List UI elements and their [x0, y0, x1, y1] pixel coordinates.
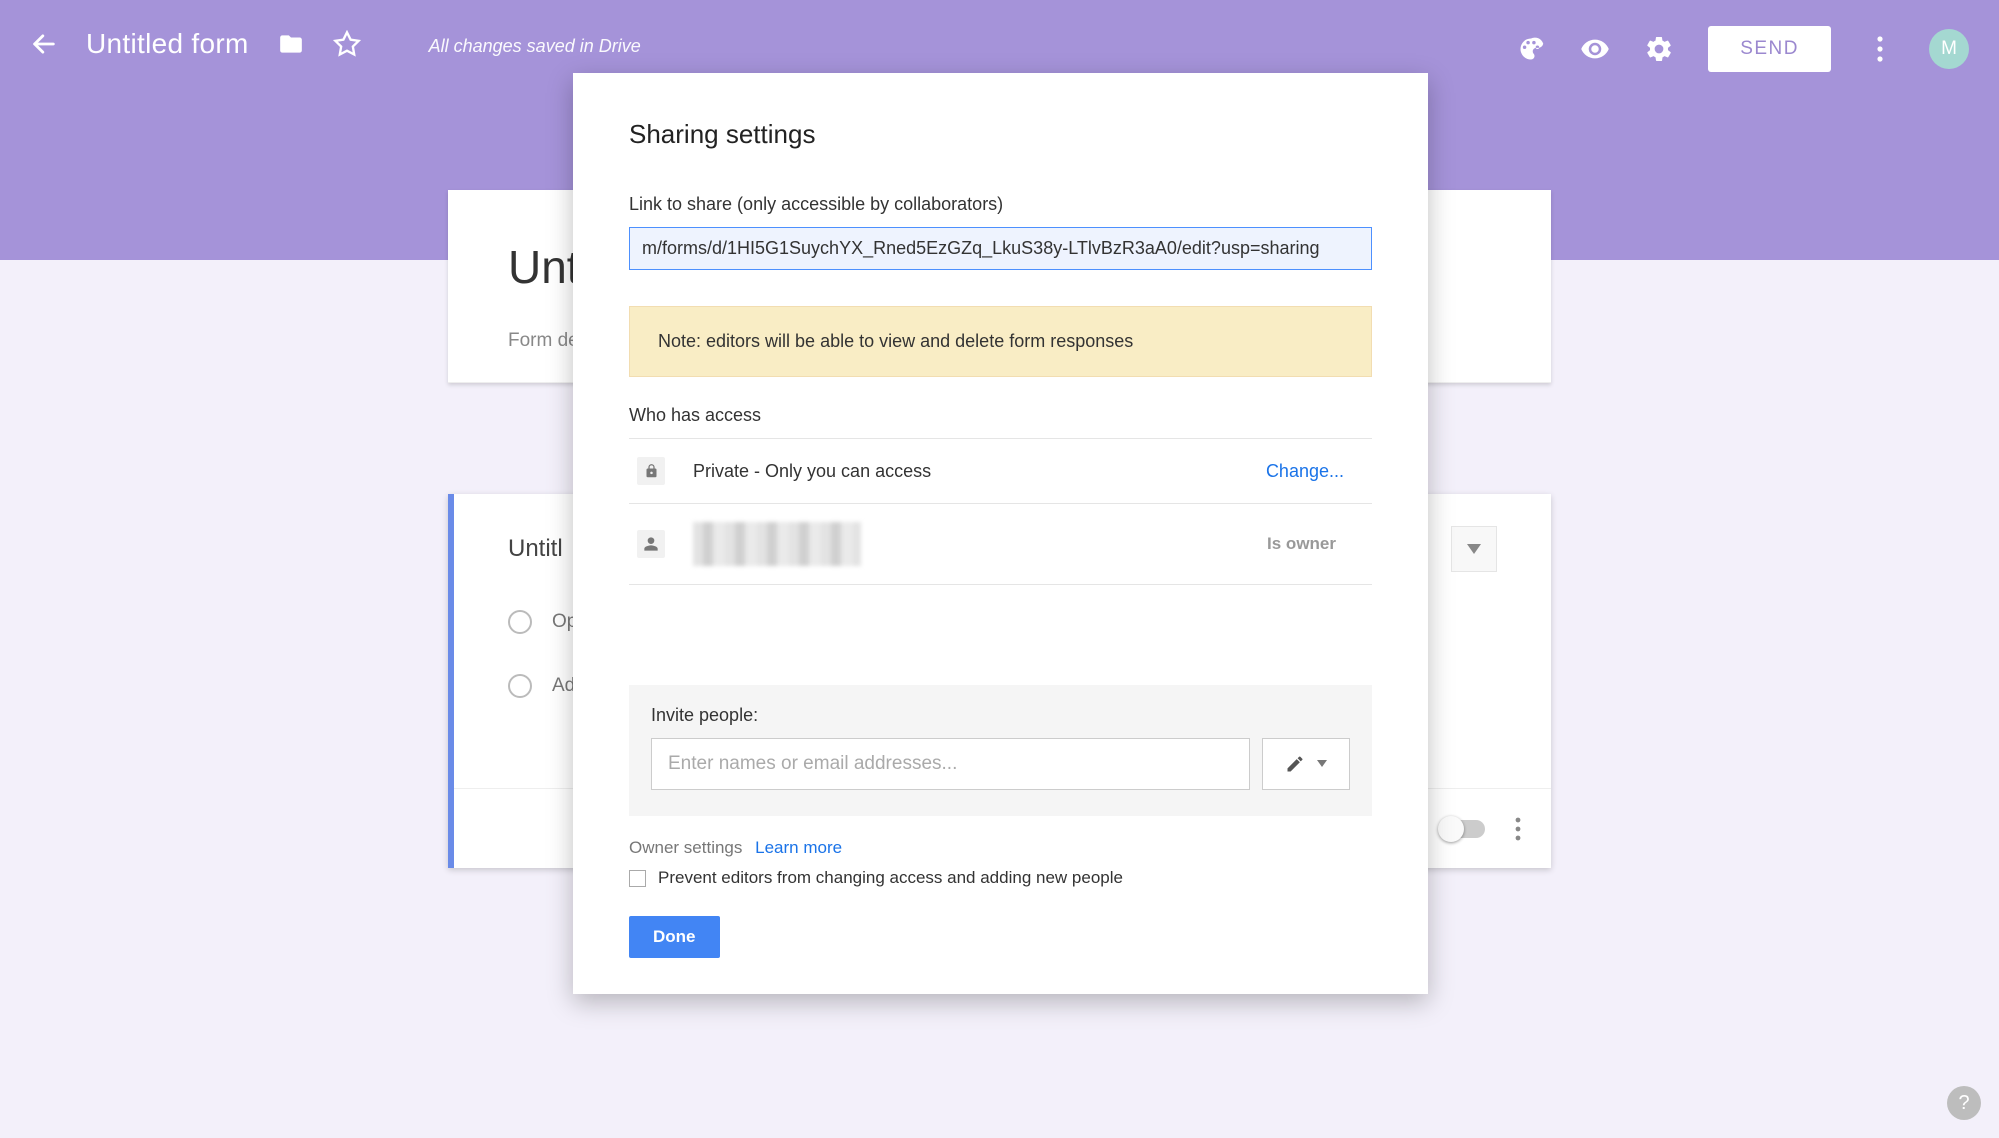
- sharing-modal: Sharing settings Link to share (only acc…: [573, 73, 1428, 994]
- who-has-access-label: Who has access: [629, 405, 1372, 426]
- access-owner-row: Is owner: [629, 504, 1372, 585]
- palette-icon[interactable]: [1516, 34, 1546, 64]
- more-menu-icon[interactable]: [1865, 34, 1895, 64]
- prevent-editors-row: Prevent editors from changing access and…: [629, 868, 1372, 888]
- question-title[interactable]: Untitl: [508, 535, 563, 563]
- share-link-input[interactable]: [629, 227, 1372, 270]
- prevent-editors-checkbox[interactable]: [629, 870, 646, 887]
- learn-more-link[interactable]: Learn more: [755, 838, 842, 857]
- pencil-icon: [1285, 754, 1305, 774]
- invite-section: Invite people:: [629, 685, 1372, 816]
- radio-icon: [508, 674, 532, 698]
- form-title[interactable]: Untitled form: [86, 28, 249, 60]
- owner-role-label: Is owner: [1267, 534, 1336, 554]
- help-fab-icon[interactable]: ?: [1947, 1086, 1981, 1120]
- settings-gear-icon[interactable]: [1644, 34, 1674, 64]
- question-type-dropdown[interactable]: [1451, 526, 1497, 572]
- invite-label: Invite people:: [651, 705, 1350, 726]
- owner-name-redacted: [693, 522, 861, 566]
- chevron-down-icon: [1317, 760, 1327, 768]
- person-icon: [637, 530, 665, 558]
- folder-icon[interactable]: [277, 30, 305, 58]
- owner-settings-label: Owner settings: [629, 838, 742, 857]
- save-status: All changes saved in Drive: [429, 36, 641, 57]
- owner-settings-row: Owner settings Learn more: [629, 838, 1372, 858]
- star-icon[interactable]: [333, 30, 361, 58]
- prevent-editors-label: Prevent editors from changing access and…: [658, 868, 1123, 888]
- preview-eye-icon[interactable]: [1580, 34, 1610, 64]
- access-privacy-row: Private - Only you can access Change...: [629, 439, 1372, 504]
- link-share-label: Link to share (only accessible by collab…: [629, 194, 1372, 215]
- lock-icon: [637, 457, 665, 485]
- add-option-label: Ad: [552, 675, 575, 697]
- modal-title: Sharing settings: [629, 119, 1372, 150]
- change-privacy-link[interactable]: Change...: [1266, 461, 1344, 482]
- permission-dropdown[interactable]: [1262, 738, 1350, 790]
- done-button[interactable]: Done: [629, 916, 720, 958]
- header-right: SEND M: [1516, 26, 1969, 72]
- send-button[interactable]: SEND: [1708, 26, 1831, 72]
- header-left: Untitled form All changes saved in Drive: [30, 28, 641, 60]
- back-arrow-icon[interactable]: [30, 30, 58, 58]
- invite-input[interactable]: [651, 738, 1250, 790]
- privacy-text: Private - Only you can access: [693, 461, 1266, 482]
- editors-note: Note: editors will be able to view and d…: [629, 306, 1372, 377]
- radio-icon: [508, 610, 532, 634]
- question-more-icon[interactable]: [1515, 817, 1521, 841]
- required-toggle[interactable]: [1441, 820, 1485, 838]
- user-avatar[interactable]: M: [1929, 29, 1969, 69]
